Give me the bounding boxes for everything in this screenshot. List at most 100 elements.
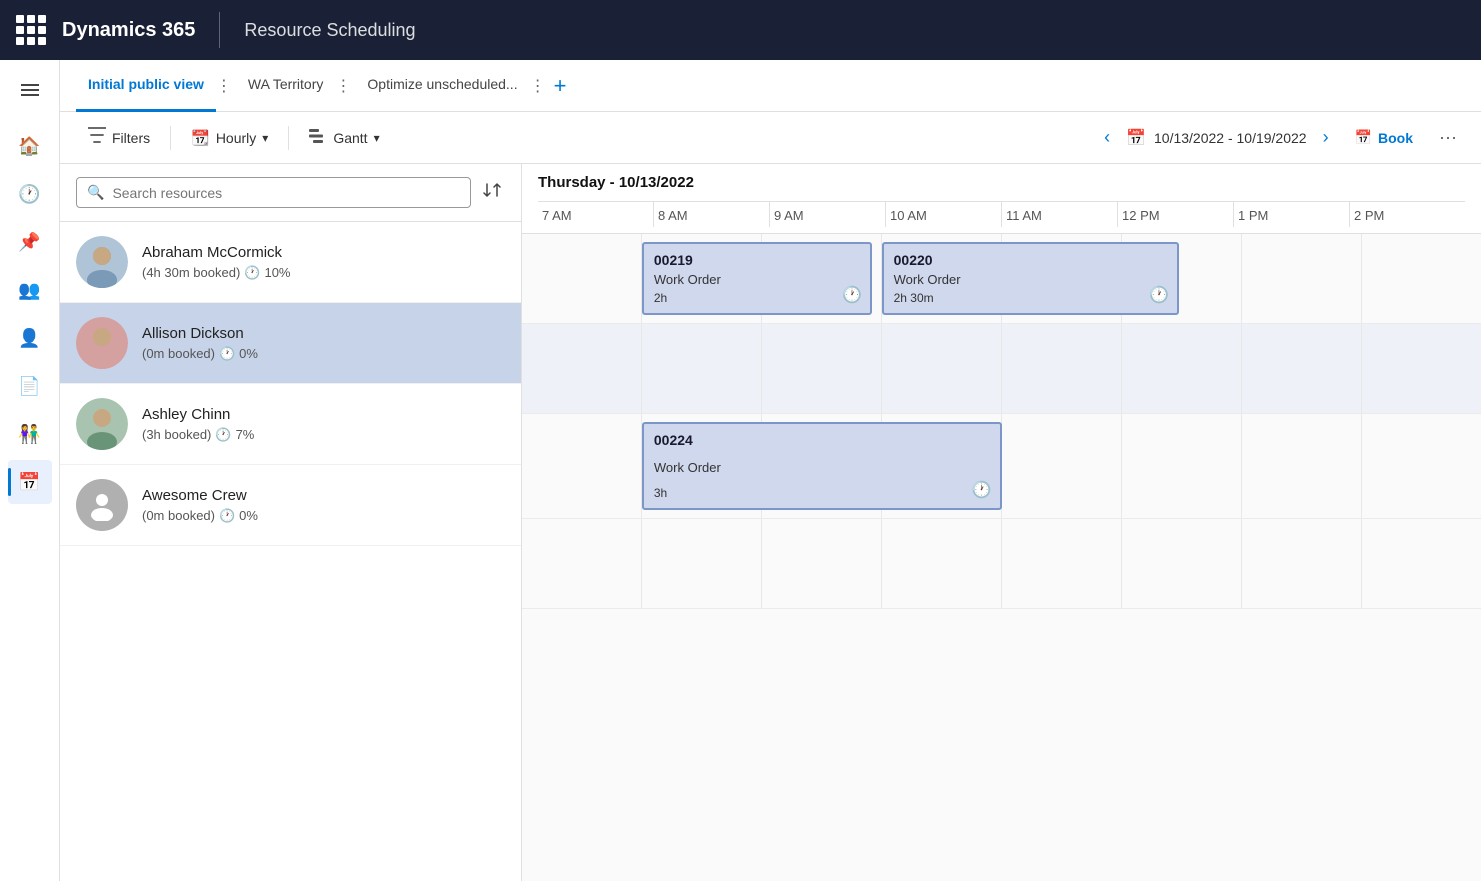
date-navigation: ‹ 📅 10/13/2022 - 10/19/2022 ›: [1096, 123, 1337, 152]
time-col-1pm: 1 PM: [1233, 202, 1349, 227]
resource-name-ashley: Ashley Chinn: [142, 406, 505, 423]
resource-meta-ashley: (3h booked) 🕐 7%: [142, 427, 505, 443]
filter-icon: [88, 127, 106, 148]
book-calendar-icon: 📅: [1355, 129, 1372, 146]
search-input-wrap[interactable]: 🔍: [76, 177, 471, 208]
tab-dots-initial[interactable]: ⋮: [216, 76, 232, 96]
filters-button[interactable]: Filters: [76, 121, 162, 154]
resource-info-awesome-crew: Awesome Crew (0m booked) 🕐 0%: [142, 487, 505, 524]
app-grid-icon[interactable]: [16, 15, 46, 45]
avatar-allison: [76, 317, 128, 369]
sidebar-item-groups[interactable]: 👫: [8, 412, 52, 456]
tab-initial-public-view[interactable]: Initial public view: [76, 60, 216, 112]
resource-item-ashley[interactable]: Ashley Chinn (3h booked) 🕐 7%: [60, 384, 521, 465]
gantt-body: 00219 Work Order 2h 🕐 00220 Work Order: [522, 234, 1481, 881]
scheduling-area: 🔍: [60, 164, 1481, 881]
groups-icon: 👫: [18, 424, 40, 445]
gantt-header: Thursday - 10/13/2022 7 AM 8 AM 9 AM 10 …: [522, 164, 1481, 234]
gantt-time-cols: 7 AM 8 AM 9 AM 10 AM 11 AM 12 PM 1 PM 2 …: [538, 201, 1465, 227]
time-col-8am: 8 AM: [653, 202, 769, 227]
prev-date-button[interactable]: ‹: [1096, 123, 1118, 152]
resource-meta-allison: (0m booked) 🕐 0%: [142, 346, 505, 362]
time-col-7am: 7 AM: [538, 202, 653, 227]
time-col-9am: 9 AM: [769, 202, 885, 227]
tab-label-initial: Initial public view: [88, 76, 204, 92]
work-order-00220[interactable]: 00220 Work Order 2h 30m 🕐: [882, 242, 1179, 315]
hourly-label: Hourly: [216, 130, 256, 146]
sidebar-item-home[interactable]: 🏠: [8, 124, 52, 168]
sidebar-item-reports[interactable]: 📄: [8, 364, 52, 408]
tab-wa-territory[interactable]: WA Territory: [236, 60, 335, 112]
recent-icon: 🕐: [18, 184, 40, 205]
toolbar-sep-1: [170, 126, 171, 150]
topbar-divider: [219, 12, 220, 48]
wo-clock-00224: 🕐: [972, 480, 992, 500]
gantt-label: Gantt: [333, 130, 367, 146]
resource-panel: 🔍: [60, 164, 522, 881]
clock-icon-ashley: 🕐: [215, 427, 231, 443]
resource-item-awesome-crew[interactable]: Awesome Crew (0m booked) 🕐 0%: [60, 465, 521, 546]
clock-icon-allison: 🕐: [219, 346, 235, 362]
hamburger-menu[interactable]: [8, 68, 52, 112]
clock-icon-awesome-crew: 🕐: [219, 508, 235, 524]
resource-item-allison[interactable]: Allison Dickson (0m booked) 🕐 0%: [60, 303, 521, 384]
tab-dots-optimize[interactable]: ⋮: [530, 76, 546, 96]
gantt-button[interactable]: Gantt ▾: [297, 123, 391, 153]
hourly-button[interactable]: 📆 Hourly ▾: [179, 123, 280, 153]
tab-label-optimize: Optimize unscheduled...: [367, 76, 517, 92]
wo-clock-00220: 🕐: [1149, 285, 1169, 305]
wo-duration-00224: 3h: [654, 486, 667, 500]
sidebar-item-add-contact[interactable]: 👤: [8, 316, 52, 360]
gantt-row-allison: [522, 324, 1481, 414]
sidebar-item-recent[interactable]: 🕐: [8, 172, 52, 216]
hourly-chevron-icon: ▾: [262, 131, 268, 145]
avatar-awesome-crew: [76, 479, 128, 531]
home-icon: 🏠: [18, 136, 40, 157]
resource-item-abraham[interactable]: Abraham McCormick (4h 30m booked) 🕐 10%: [60, 222, 521, 303]
sort-icon[interactable]: [479, 176, 505, 209]
app-title: Dynamics 365: [62, 19, 195, 42]
sidebar-item-bookmarks[interactable]: 📌: [8, 220, 52, 264]
wo-footer-00219: 2h 🕐: [654, 291, 860, 305]
content-area: Initial public view ⋮ WA Territory ⋮ Opt…: [60, 60, 1481, 881]
module-title: Resource Scheduling: [244, 20, 415, 41]
resource-info-allison: Allison Dickson (0m booked) 🕐 0%: [142, 325, 505, 362]
gantt-row-bg-awesome-crew: [522, 519, 1481, 608]
hamburger-icon: [21, 84, 39, 96]
resource-meta-abraham: (4h 30m booked) 🕐 10%: [142, 265, 505, 281]
next-date-button[interactable]: ›: [1315, 123, 1337, 152]
gantt-chevron-icon: ▾: [374, 131, 380, 145]
add-contact-icon: 👤: [18, 328, 40, 349]
bookmark-icon: 📌: [18, 232, 40, 253]
tab-dots-wa[interactable]: ⋮: [335, 76, 351, 96]
wo-duration-00219: 2h: [654, 291, 667, 305]
sidebar-item-contacts[interactable]: 👥: [8, 268, 52, 312]
wo-number-00219: 00219: [654, 252, 860, 268]
gantt-row-abraham: 00219 Work Order 2h 🕐 00220 Work Order: [522, 234, 1481, 324]
work-order-00224[interactable]: 00224 Work Order 3h 🕐: [642, 422, 1002, 510]
resource-search-bar: 🔍: [60, 164, 521, 222]
date-range-label: 10/13/2022 - 10/19/2022: [1154, 130, 1307, 146]
gantt-row-ashley: 00224 Work Order 3h 🕐: [522, 414, 1481, 519]
add-tab-button[interactable]: +: [546, 73, 575, 99]
time-col-12pm: 12 PM: [1117, 202, 1233, 227]
wo-number-00224: 00224: [654, 432, 990, 448]
gantt-row-bg-allison: [522, 324, 1481, 413]
wo-footer-00220: 2h 30m 🕐: [894, 291, 1167, 305]
avatar-abraham: [76, 236, 128, 288]
resource-info-abraham: Abraham McCormick (4h 30m booked) 🕐 10%: [142, 244, 505, 281]
work-order-00219[interactable]: 00219 Work Order 2h 🕐: [642, 242, 872, 315]
contacts-icon: 👥: [18, 280, 40, 301]
book-button[interactable]: 📅 Book: [1341, 123, 1427, 152]
toolbar-more-button[interactable]: ···: [1431, 123, 1465, 152]
sidebar-item-calendar[interactable]: 📅: [8, 460, 52, 504]
search-input[interactable]: [112, 185, 460, 201]
gantt-date-label: Thursday - 10/13/2022: [538, 174, 1465, 191]
hourly-calendar-icon: 📆: [191, 129, 210, 147]
toolbar-sep-2: [288, 126, 289, 150]
gantt-row-awesome-crew: [522, 519, 1481, 609]
wo-clock-00219: 🕐: [842, 285, 862, 305]
filters-label: Filters: [112, 130, 150, 146]
tab-optimize[interactable]: Optimize unscheduled...: [355, 60, 529, 112]
gantt-icon: [309, 129, 327, 147]
